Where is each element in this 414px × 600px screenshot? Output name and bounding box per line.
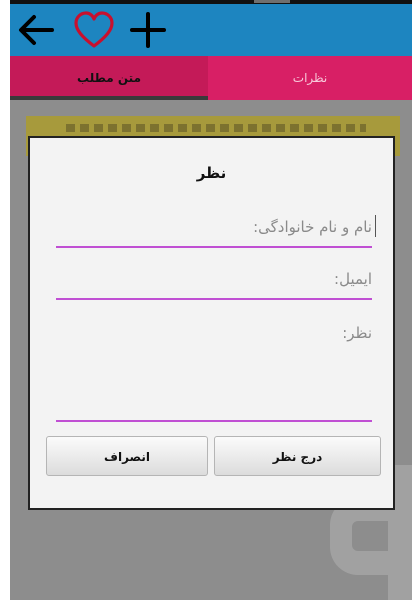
comment-placeholder: نظر:: [342, 324, 372, 342]
name-field[interactable]: نام و نام خانوادگی:: [56, 215, 376, 248]
email-field[interactable]: ایمیل:: [56, 270, 372, 300]
add-button[interactable]: [126, 8, 170, 52]
plus-icon: [130, 12, 166, 48]
status-bar-mark: [254, 0, 290, 3]
name-field-underline: [56, 246, 372, 248]
submit-comment-button[interactable]: درج نظر: [214, 436, 381, 476]
text-cursor: [375, 215, 376, 237]
post-text-obscured: [66, 124, 366, 132]
email-field-underline: [56, 298, 372, 300]
tab-indicator: [10, 96, 208, 100]
favorite-button[interactable]: [72, 8, 116, 52]
back-button[interactable]: [14, 8, 58, 52]
cancel-button[interactable]: انصراف: [46, 436, 208, 476]
comment-field[interactable]: نظر:: [56, 324, 372, 424]
name-placeholder: نام و نام خانوادگی:: [253, 218, 372, 236]
tab-comments[interactable]: نظرات: [208, 56, 412, 100]
tab-bar: متن مطلب نظرات: [10, 56, 412, 100]
arrow-left-icon: [19, 15, 54, 45]
comment-field-underline: [56, 420, 372, 422]
email-placeholder: ایمیل:: [334, 270, 372, 288]
heart-outline-icon: [74, 11, 114, 48]
dialog-title: نظر: [196, 164, 227, 182]
toolbar: [10, 4, 412, 56]
comment-dialog: نظر نام و نام خانوادگی: ایمیل: نظر: انصر…: [28, 136, 395, 510]
tab-post-text[interactable]: متن مطلب: [10, 56, 208, 100]
